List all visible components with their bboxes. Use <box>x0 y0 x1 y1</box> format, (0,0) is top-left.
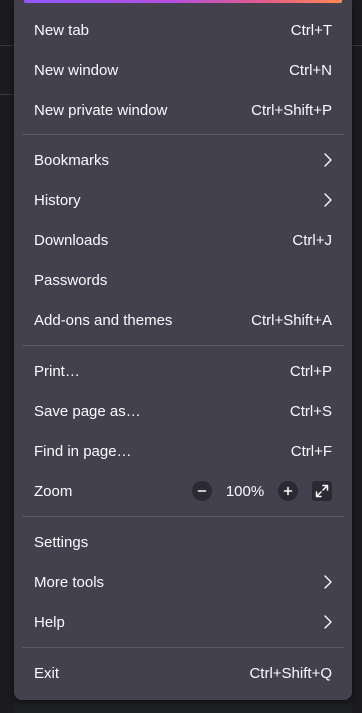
zoom-level-button[interactable]: 100% <box>212 483 278 500</box>
chevron-right-icon <box>322 574 334 590</box>
menu-item-zoom: Zoom 100% <box>22 473 344 509</box>
menu-item-shortcut: Ctrl+Shift+Q <box>249 664 332 682</box>
menu-item-label: New window <box>34 61 119 79</box>
menu-item-bookmarks[interactable]: Bookmarks <box>22 142 344 178</box>
menu-item-label: Settings <box>34 533 89 551</box>
background-window-right <box>352 0 362 713</box>
menu-item-label: More tools <box>34 573 105 591</box>
chevron-right-icon <box>322 152 334 168</box>
menu-item-shortcut: Ctrl+Shift+P <box>251 101 332 119</box>
zoom-in-button[interactable] <box>278 481 298 501</box>
menu-separator <box>22 345 344 346</box>
menu-item-more-tools[interactable]: More tools <box>22 564 344 600</box>
menu-item-label: Print… <box>34 362 80 380</box>
menu-separator <box>22 134 344 135</box>
chevron-right-icon <box>322 192 334 208</box>
app-menu-panel: New tab Ctrl+T New window Ctrl+N New pri… <box>14 0 352 700</box>
menu-item-print[interactable]: Print… Ctrl+P <box>22 353 344 389</box>
fullscreen-button[interactable] <box>312 481 332 501</box>
menu-item-label: Bookmarks <box>34 151 110 169</box>
menu-item-shortcut: Ctrl+J <box>292 231 332 249</box>
menu-item-new-private-window[interactable]: New private window Ctrl+Shift+P <box>22 92 344 128</box>
menu-item-shortcut: Ctrl+F <box>290 442 332 460</box>
menu-item-label: Downloads <box>34 231 109 249</box>
menu-item-new-window[interactable]: New window Ctrl+N <box>22 52 344 88</box>
menu-accent-bar <box>24 0 342 3</box>
menu-item-shortcut: Ctrl+S <box>289 402 332 420</box>
minus-icon <box>197 490 207 492</box>
menu-separator <box>22 516 344 517</box>
menu-item-exit[interactable]: Exit Ctrl+Shift+Q <box>22 655 344 691</box>
menu-item-new-tab[interactable]: New tab Ctrl+T <box>22 12 344 48</box>
menu-item-label: Zoom <box>34 482 73 500</box>
plus-icon <box>283 486 293 496</box>
menu-item-help[interactable]: Help <box>22 604 344 640</box>
menu-item-addons-and-themes[interactable]: Add-ons and themes Ctrl+Shift+A <box>22 302 344 338</box>
menu-item-save-page-as[interactable]: Save page as… Ctrl+S <box>22 393 344 429</box>
background-window-left <box>0 0 14 713</box>
menu-item-label: Help <box>34 613 65 631</box>
zoom-out-button[interactable] <box>192 481 212 501</box>
menu-item-label: Exit <box>34 664 60 682</box>
menu-item-shortcut: Ctrl+T <box>290 21 332 39</box>
menu-item-label: Passwords <box>34 271 108 289</box>
menu-item-downloads[interactable]: Downloads Ctrl+J <box>22 222 344 258</box>
menu-item-find-in-page[interactable]: Find in page… Ctrl+F <box>22 433 344 469</box>
menu-item-label: New private window <box>34 101 168 119</box>
menu-item-history[interactable]: History <box>22 182 344 218</box>
menu-item-label: Save page as… <box>34 402 141 420</box>
menu-item-label: Find in page… <box>34 442 132 460</box>
menu-item-passwords[interactable]: Passwords <box>22 262 344 298</box>
menu-item-shortcut: Ctrl+Shift+A <box>251 311 332 329</box>
menu-item-label: History <box>34 191 81 209</box>
menu-item-shortcut: Ctrl+N <box>289 61 332 79</box>
menu-item-label: Add-ons and themes <box>34 311 173 329</box>
menu-separator <box>22 647 344 648</box>
menu-item-label: New tab <box>34 21 90 39</box>
chevron-right-icon <box>322 614 334 630</box>
zoom-controls: 100% <box>192 481 332 501</box>
fullscreen-icon <box>315 484 329 498</box>
menu-item-settings[interactable]: Settings <box>22 524 344 560</box>
menu-item-shortcut: Ctrl+P <box>289 362 332 380</box>
